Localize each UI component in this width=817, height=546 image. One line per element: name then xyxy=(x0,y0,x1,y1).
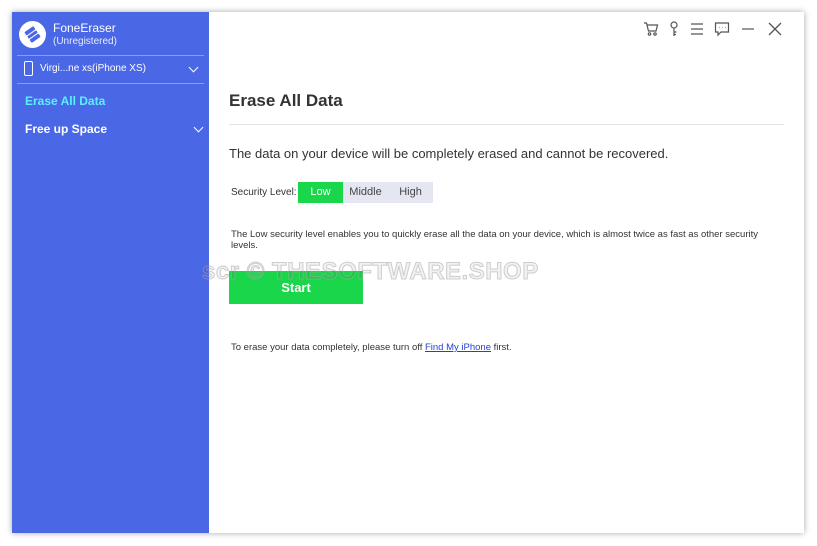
divider xyxy=(229,124,784,125)
security-high-option[interactable]: High xyxy=(388,182,433,203)
app-name: FoneEraser xyxy=(53,21,116,35)
app-logo-icon xyxy=(19,21,46,48)
sidebar: FoneEraser (Unregistered) Virgi...ne xs(… xyxy=(12,12,209,533)
device-selector[interactable]: Virgi...ne xs(iPhone XS) xyxy=(17,55,204,84)
minimize-icon[interactable] xyxy=(739,20,757,38)
security-level-label: Security Level: xyxy=(231,187,297,198)
chevron-down-icon[interactable] xyxy=(193,122,204,133)
key-icon[interactable] xyxy=(665,20,683,38)
sidebar-item-free-up-space[interactable]: Free up Space xyxy=(25,122,107,136)
chat-icon[interactable] xyxy=(713,20,731,38)
page-title: Erase All Data xyxy=(229,91,343,110)
menu-icon[interactable] xyxy=(688,20,706,38)
chevron-down-icon[interactable] xyxy=(188,62,199,73)
registration-status: (Unregistered) xyxy=(53,36,117,47)
footnote: To erase your data completely, please tu… xyxy=(231,342,512,353)
footnote-text: To erase your data completely, please tu… xyxy=(231,342,425,353)
sidebar-item-erase-all-data[interactable]: Erase All Data xyxy=(25,94,105,108)
erase-warning: The data on your device will be complete… xyxy=(229,146,669,161)
watermark: scr © THESOFTWARE.SHOP xyxy=(202,258,539,286)
device-label: Virgi...ne xs(iPhone XS) xyxy=(40,63,146,74)
cart-icon[interactable] xyxy=(642,20,660,38)
security-middle-option[interactable]: Middle xyxy=(343,182,388,203)
security-description: The Low security level enables you to qu… xyxy=(231,229,758,251)
find-my-iphone-link[interactable]: Find My iPhone xyxy=(425,342,491,353)
close-icon[interactable] xyxy=(766,20,784,38)
security-low-option[interactable]: Low xyxy=(298,182,343,203)
footnote-text-end: first. xyxy=(491,342,512,353)
phone-icon xyxy=(24,61,33,76)
